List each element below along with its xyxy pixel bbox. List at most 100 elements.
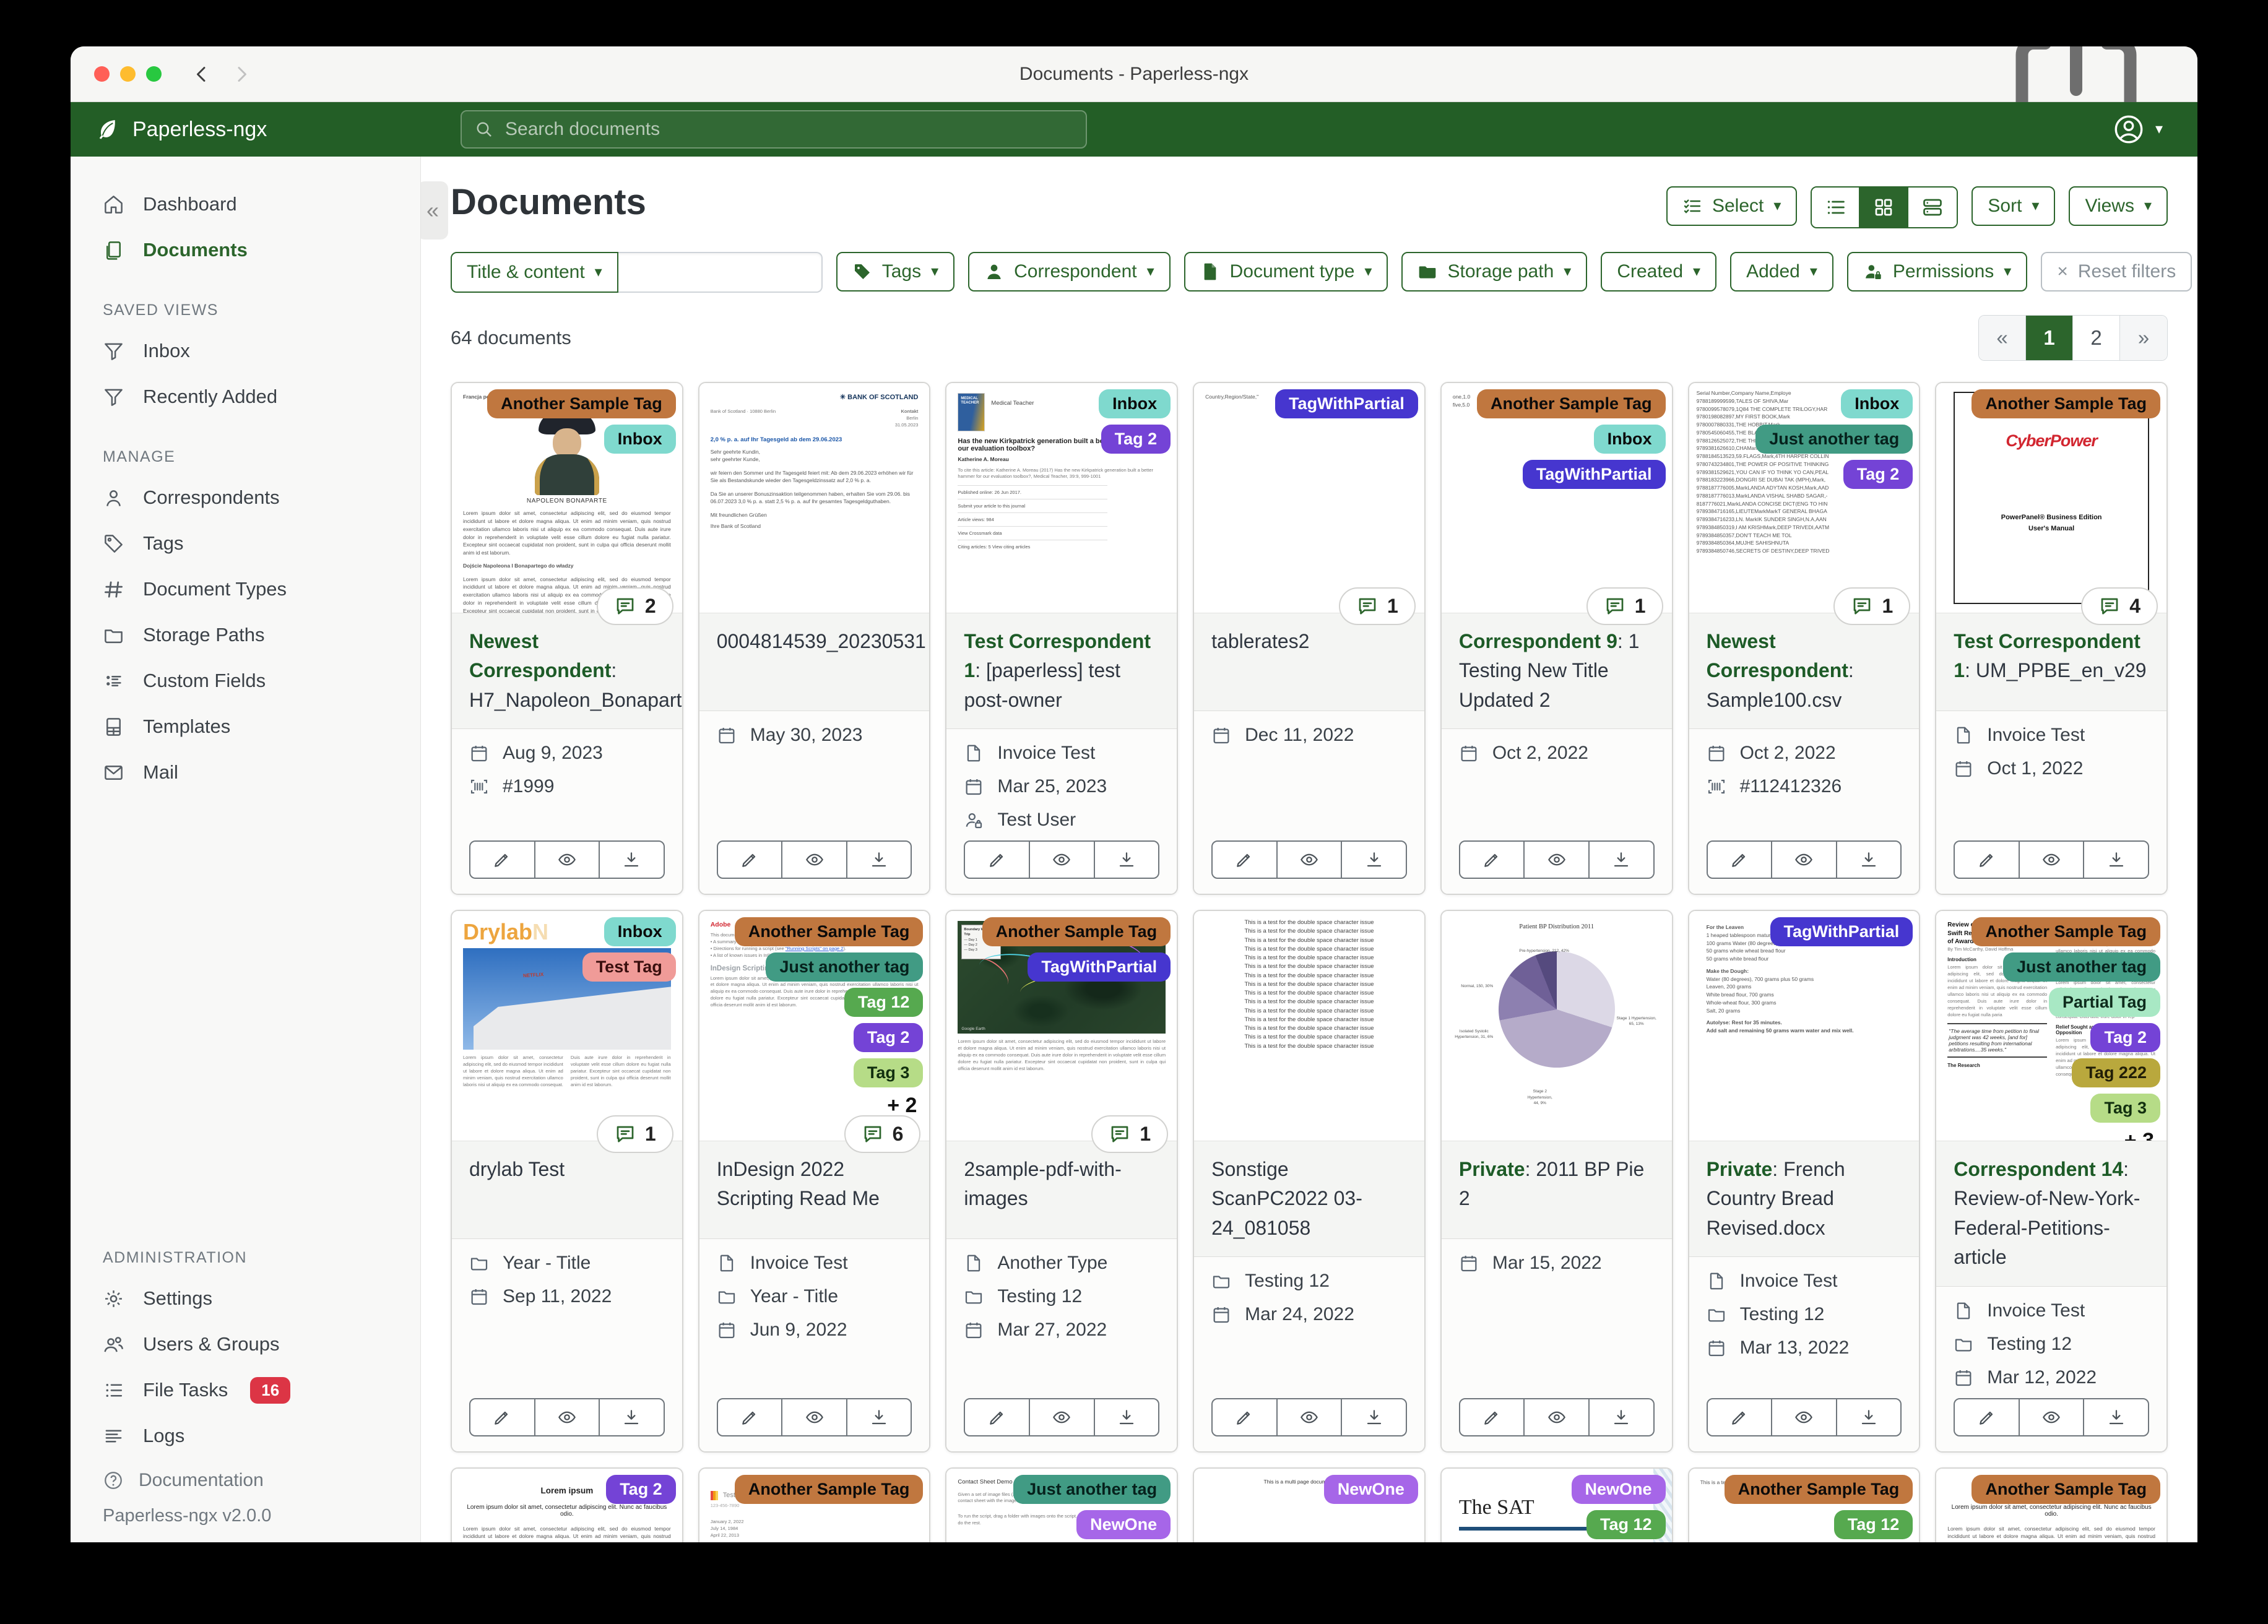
document-title[interactable]: 0004814539_20230531 — [699, 613, 930, 711]
tag-pill[interactable]: Test Tag — [582, 952, 676, 982]
tag-pill[interactable]: Just another tag — [1013, 1474, 1171, 1504]
view-button[interactable] — [1029, 840, 1095, 879]
view-button[interactable] — [1771, 1397, 1837, 1436]
user-menu[interactable]: ▾ — [2112, 113, 2163, 146]
document-preview[interactable]: CyberPower PowerPanel® Business Edition U… — [1936, 383, 2166, 613]
correspondent-filter-button[interactable]: Correspondent ▾ — [968, 252, 1171, 292]
view-button[interactable] — [1771, 840, 1837, 879]
tag-pill[interactable]: Just another tag — [766, 952, 924, 982]
tag-pill[interactable]: NewOne — [1571, 1474, 1666, 1504]
view-list-button[interactable] — [1812, 188, 1861, 227]
download-button[interactable] — [1341, 1397, 1407, 1436]
document-preview[interactable]: Contact Sheet Demo Given a set of image … — [946, 1468, 1177, 1542]
pagination-first[interactable]: « — [1979, 316, 2026, 360]
tag-pill[interactable]: TagWithPartial — [1275, 389, 1418, 418]
tag-pill[interactable]: Another Sample Tag — [1972, 917, 2160, 947]
document-preview[interactable]: DrylabN NETFLIX Lorem ipsum dolor sit am… — [452, 911, 682, 1142]
document-title[interactable]: Newest Correspondent: Sample100.csv — [1689, 613, 1920, 730]
title-content-input[interactable] — [618, 252, 823, 293]
document-preview[interactable]: Boundary Waters Trip — Day 1— Day 2— Day … — [946, 911, 1177, 1142]
sidebar-item-inbox[interactable]: Inbox — [71, 328, 420, 374]
tag-pill[interactable]: Tag 12 — [1833, 1510, 1913, 1539]
views-button[interactable]: Views ▾ — [2069, 186, 2168, 226]
close-window-button[interactable] — [94, 66, 110, 82]
download-button[interactable] — [599, 840, 665, 879]
document-preview[interactable]: The SATPractice Test #1 Make time to tak… — [1441, 1468, 1672, 1542]
search-input[interactable] — [504, 118, 1073, 140]
title-content-dropdown[interactable]: Title & content ▾ — [451, 252, 618, 293]
view-button[interactable] — [1276, 840, 1343, 879]
edit-button[interactable] — [1954, 1397, 2020, 1436]
tag-pill[interactable]: Tag 2 — [1101, 425, 1171, 454]
download-button[interactable] — [2083, 840, 2150, 879]
tags-filter-button[interactable]: Tags ▾ — [836, 252, 955, 292]
view-button[interactable] — [1029, 1397, 1095, 1436]
select-button[interactable]: Select ▾ — [1666, 186, 1798, 226]
download-button[interactable] — [1588, 1397, 1655, 1436]
document-title[interactable]: Newest Correspondent: H7_Napoleon_Bonapa… — [452, 613, 682, 730]
document-preview[interactable]: Adobe This document contains information… — [699, 911, 930, 1142]
view-button[interactable] — [1523, 1397, 1590, 1436]
zoom-window-button[interactable] — [146, 66, 162, 82]
view-button[interactable] — [781, 840, 847, 879]
edit-button[interactable] — [1706, 1397, 1773, 1436]
view-button[interactable] — [781, 1397, 847, 1436]
edit-button[interactable] — [1211, 840, 1278, 879]
view-button[interactable] — [534, 840, 600, 879]
added-filter-button[interactable]: Added ▾ — [1730, 252, 1833, 292]
sidebar-item-custom-fields[interactable]: Custom Fields — [71, 658, 420, 704]
storage-path-filter-button[interactable]: Storage path ▾ — [1401, 252, 1588, 292]
document-title[interactable]: InDesign 2022 Scripting Read Me — [699, 1141, 930, 1240]
sidebar-item-documents[interactable]: Documents — [71, 227, 420, 273]
tag-pill[interactable]: Tag 222 — [2072, 1058, 2160, 1088]
tag-pill[interactable]: Tag 3 — [853, 1058, 924, 1088]
comment-count-badge[interactable]: 1 — [1339, 587, 1416, 625]
download-button[interactable] — [599, 1397, 665, 1436]
download-button[interactable] — [846, 1397, 912, 1436]
sidebar-item-logs[interactable]: Logs — [71, 1413, 420, 1459]
brand[interactable]: Paperless-ngx — [95, 117, 267, 142]
edit-button[interactable] — [964, 1397, 1030, 1436]
window-controls[interactable] — [94, 66, 162, 82]
tag-pill[interactable]: TagWithPartial — [1028, 952, 1171, 982]
document-preview[interactable]: This is a test for the double space char… — [1194, 911, 1424, 1142]
view-button[interactable] — [2018, 1397, 2085, 1436]
tag-pill[interactable]: Another Sample Tag — [982, 917, 1171, 947]
download-button[interactable] — [1341, 840, 1407, 879]
tag-pill[interactable]: Tag 2 — [606, 1474, 676, 1504]
sidebar-item-tags[interactable]: Tags — [71, 520, 420, 566]
edit-button[interactable] — [716, 1397, 783, 1436]
tag-pill[interactable]: Another Sample Tag — [1724, 1474, 1913, 1504]
document-preview[interactable]: Lorem ipsumLorem ipsum dolor sit amet, c… — [1936, 1468, 2166, 1542]
edit-button[interactable] — [1458, 840, 1525, 879]
created-filter-button[interactable]: Created ▾ — [1601, 252, 1717, 292]
tag-pill[interactable]: Another Sample Tag — [734, 1474, 924, 1504]
document-title[interactable]: Test Correspondent 1: UM_PPBE_en_v29 — [1936, 613, 2166, 711]
comment-count-badge[interactable]: 1 — [1833, 587, 1911, 625]
tag-pill[interactable]: Tag 12 — [844, 988, 924, 1017]
sidebar-item-file-tasks[interactable]: File Tasks 16 — [71, 1367, 420, 1413]
pagination-page-2[interactable]: 2 — [2073, 316, 2120, 360]
document-title[interactable]: 2sample-pdf-with-images — [946, 1141, 1177, 1240]
edit-button[interactable] — [469, 840, 535, 879]
document-preview[interactable]: ✳ BANK OF SCOTLAND Bank of Scotland · 10… — [699, 383, 930, 613]
tag-pill[interactable]: TagWithPartial — [1522, 460, 1666, 489]
edit-button[interactable] — [716, 840, 783, 879]
comment-count-badge[interactable]: 6 — [844, 1115, 921, 1154]
document-title[interactable]: drylab Test — [452, 1141, 682, 1240]
edit-button[interactable] — [1211, 1397, 1278, 1436]
sidebar-item-mail[interactable]: Mail — [71, 749, 420, 795]
document-type-filter-button[interactable]: Document type ▾ — [1184, 252, 1388, 292]
document-preview[interactable]: For the Leaven 1 heaped tablespoon mature… — [1689, 911, 1920, 1142]
view-button[interactable] — [534, 1397, 600, 1436]
document-title[interactable]: Private: French Country Bread Revised.do… — [1689, 1141, 1920, 1258]
edit-button[interactable] — [469, 1397, 535, 1436]
tag-pill[interactable]: Tag 2 — [853, 1023, 924, 1053]
document-title[interactable]: tablerates2 — [1194, 613, 1424, 711]
pagination-last[interactable]: » — [2120, 316, 2167, 360]
sort-button[interactable]: Sort ▾ — [1972, 186, 2056, 226]
comment-count-badge[interactable]: 1 — [1091, 1115, 1169, 1154]
minimize-window-button[interactable] — [120, 66, 136, 82]
tag-pill[interactable]: Another Sample Tag — [487, 389, 676, 418]
tag-pill[interactable]: Another Sample Tag — [734, 917, 924, 947]
